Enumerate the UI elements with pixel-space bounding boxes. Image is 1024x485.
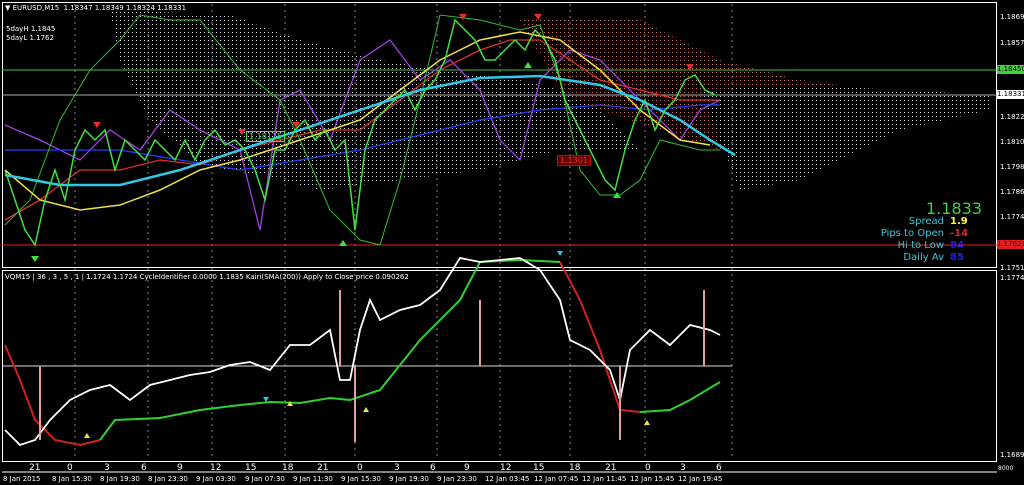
hour-label: 15 — [533, 463, 545, 473]
cloud-white-2 — [700, 85, 990, 190]
hour-label: 18 — [282, 463, 294, 473]
hour-label: 6 — [716, 463, 722, 473]
symbol-label: EURUSD,M15 — [12, 4, 60, 12]
pips-row: Pips to Open -14 — [881, 228, 974, 239]
time-label: 9 Jan 15:30 — [341, 475, 381, 483]
time-label: 12 Jan 19:45 — [678, 475, 723, 483]
pips-label: Pips to Open — [880, 228, 944, 239]
time-label: 8 Jan 23:30 — [148, 475, 188, 483]
spread-label: Spread — [908, 216, 944, 227]
hour-label: 18 — [569, 463, 581, 473]
hour-label: 21 — [317, 463, 329, 473]
hour-label: 12 — [210, 463, 222, 473]
hour-label: 21 — [605, 463, 617, 473]
time-label: 8 Jan 19:30 — [100, 475, 140, 483]
time-label: 9 Jan 19:30 — [389, 475, 429, 483]
spread-value: 1.9 — [950, 216, 968, 227]
spread-row: Spread 1.9 — [909, 216, 974, 227]
price-tick: 1.17510 — [1000, 264, 1024, 272]
current-price-tag: 1.18331 — [997, 90, 1024, 99]
high-line-tag: 1.18450 — [997, 65, 1024, 74]
hour-label: 15 — [245, 463, 257, 473]
low-line-tag: 1.17621 — [997, 240, 1024, 249]
hour-label: 21 — [29, 463, 41, 473]
red-level-box: 1.1301 — [557, 155, 591, 166]
hour-label: 12 — [500, 463, 512, 473]
cycle-line-red-2 — [559, 261, 641, 413]
time-label: 8 Jan 15:30 — [52, 475, 92, 483]
hour-label: 0 — [645, 463, 651, 473]
cycle-line-red — [4, 344, 101, 447]
price-tick: 1.17985 — [1000, 163, 1024, 171]
green-level-box: 1.18125 — [246, 131, 286, 142]
hour-label: 9 — [464, 463, 470, 473]
five-day-low: 5dayL 1.1762 — [6, 34, 54, 42]
hour-label: 3 — [394, 463, 400, 473]
cycle-line-green — [99, 258, 561, 441]
price-tick: 1.18100 — [1000, 138, 1024, 146]
hour-label: 6 — [141, 463, 147, 473]
time-label: 12 Jan 07:45 — [534, 475, 579, 483]
price-tick: 1.18575 — [1000, 39, 1024, 47]
hour-label: 0 — [67, 463, 73, 473]
cycle-arrows — [84, 401, 650, 438]
time-label: 9 Jan 03:30 — [196, 475, 236, 483]
time-label: 12 Jan 15:45 — [630, 475, 675, 483]
hilo-label: Hi to Low — [897, 240, 944, 251]
corner-label: 8000 — [998, 465, 1014, 472]
daily-row: Daily Av 85 — [903, 252, 974, 263]
time-label: 9 Jan 07:30 — [245, 475, 285, 483]
hour-label: 6 — [430, 463, 436, 473]
five-day-high: 5dayH 1.1845 — [6, 25, 56, 33]
hilo-value: 84 — [950, 240, 964, 251]
hour-label: 0 — [357, 463, 363, 473]
oscillator-line — [4, 256, 721, 447]
sub-axis-bottom: 1.1689 — [1000, 451, 1024, 459]
time-label: 8 Jan 2015 — [3, 475, 41, 483]
price-tick: 1.18220 — [1000, 113, 1024, 121]
chart-graphics — [2, 4, 997, 473]
ohlc-values: 1.18347 1.18349 1.18324 1.18331 — [63, 4, 187, 12]
hilo-row: Hi to Low 84 — [898, 240, 974, 251]
symbol-title: ▼ EURUSD,M15 1.18347 1.18349 1.18324 1.1… — [5, 4, 187, 12]
hour-label: 3 — [680, 463, 686, 473]
time-label: 9 Jan 11:30 — [293, 475, 333, 483]
price-tick: 1.17745 — [1000, 213, 1024, 221]
time-label: 12 Jan 03:45 — [485, 475, 530, 483]
cycle-line-green-2 — [639, 381, 721, 413]
sub-axis-top: 1.1774 — [1000, 274, 1024, 282]
price-tick: 1.18695 — [1000, 13, 1024, 21]
daily-value: 85 — [950, 252, 964, 263]
pips-value: -14 — [950, 228, 969, 239]
daily-label: Daily Av — [903, 252, 944, 263]
indicator-caption: VQM15 | 36 , 3 , 5 , 1 | 1.1724 1.1724 C… — [5, 273, 409, 281]
price-tick: 1.17865 — [1000, 188, 1024, 196]
time-label: 9 Jan 23:30 — [437, 475, 477, 483]
hour-label: 9 — [177, 463, 183, 473]
hour-label: 3 — [104, 463, 110, 473]
time-label: 12 Jan 11:45 — [582, 475, 627, 483]
